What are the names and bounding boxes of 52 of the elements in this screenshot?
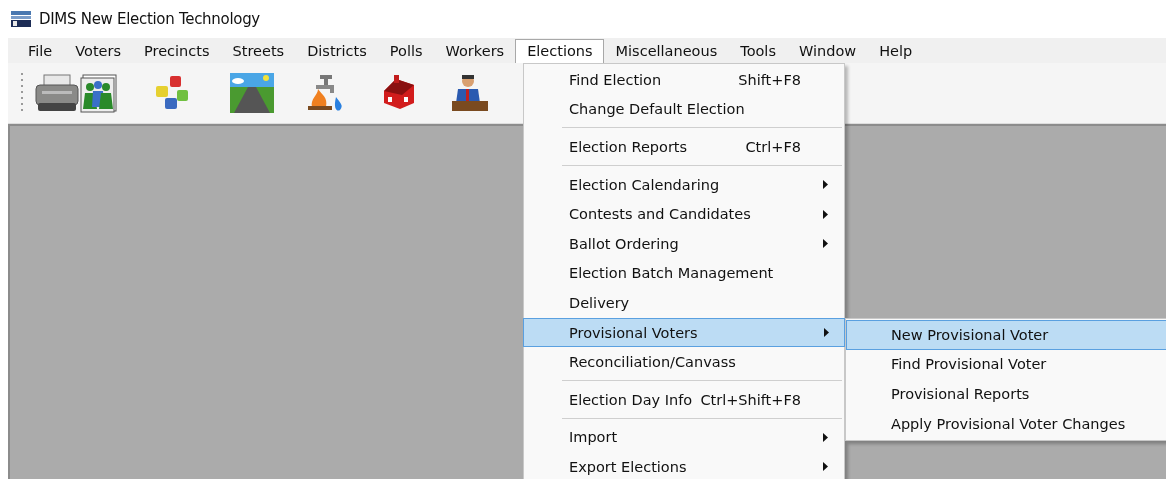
submenu-item[interactable]: New Provisional Voter xyxy=(846,320,1166,350)
shortcut-text: Ctrl+Shift+F8 xyxy=(700,391,801,408)
menu-item-label: Contests and Candidates xyxy=(569,206,751,223)
submenu-item[interactable]: Find Provisional Voter xyxy=(846,349,1166,380)
menu-item[interactable]: Election Day Info Ctrl+Shift+F8 xyxy=(524,384,844,415)
menu-item[interactable]: Find Election Shift+F8 xyxy=(524,65,844,95)
people-icon[interactable] xyxy=(80,73,118,113)
menu-bar-item[interactable]: Polls xyxy=(377,38,434,63)
menu-item-label: Find Election xyxy=(569,71,662,88)
menu-item[interactable]: Reconciliation/Canvass xyxy=(524,347,844,377)
submenu-item[interactable]: Apply Provisional Voter Changes xyxy=(846,408,1166,439)
menu-bar-item[interactable]: Tools xyxy=(728,38,787,63)
menu-item[interactable]: Delivery xyxy=(524,288,844,318)
menu-item[interactable]: Export Elections xyxy=(524,452,844,479)
menu-item[interactable]: Import xyxy=(524,422,844,453)
menu-item-label: Election Batch Management xyxy=(569,265,774,282)
menu-item-label: Change Default Election xyxy=(569,101,745,118)
menu-item-label: Provisional Voters xyxy=(569,324,698,341)
menu-item-label: Ballot Ordering xyxy=(569,235,679,252)
menu-bar-item[interactable]: Window xyxy=(786,38,868,63)
shortcut-text: Ctrl+F8 xyxy=(745,139,801,155)
menu-item-label: Election Reports xyxy=(569,139,688,155)
menu-bar-item[interactable]: Miscellaneous xyxy=(603,38,729,63)
printer-icon[interactable] xyxy=(34,73,80,113)
menu-bar-item[interactable]: Workers xyxy=(433,38,516,63)
toolbar-grip-icon[interactable] xyxy=(20,72,24,114)
menu-item-label: Election Calendaring xyxy=(569,176,720,193)
menu-item[interactable]: Election Reports Ctrl+F8 xyxy=(524,132,844,162)
menu-bar-item[interactable]: File xyxy=(16,38,64,63)
menu-item-label: Election Day Info xyxy=(569,391,693,408)
menu-bar-item[interactable]: Voters xyxy=(63,38,133,63)
menu-item-label: Import xyxy=(569,429,618,446)
app-icon xyxy=(11,11,31,27)
menu-item[interactable]: Provisional Voters xyxy=(523,317,845,348)
menu-item-label: Export Elections xyxy=(569,458,687,475)
person-at-desk-icon[interactable] xyxy=(450,73,490,113)
menu-bar-item[interactable]: Districts xyxy=(295,38,378,63)
menu-item[interactable]: Change Default Election xyxy=(524,94,844,125)
menu-item-label: Delivery xyxy=(569,294,630,311)
submenu-item[interactable]: Provisional Reports xyxy=(846,379,1166,409)
shortcut-text: Shift+F8 xyxy=(738,71,801,88)
menu-bar-item[interactable]: Precincts xyxy=(132,38,221,63)
menu-item-label: Reconciliation/Canvass xyxy=(569,354,736,371)
menu-bar-item[interactable]: Elections xyxy=(515,39,604,64)
road-icon[interactable] xyxy=(230,73,274,113)
menu-item[interactable]: Election Batch Management xyxy=(524,258,844,289)
menu-bar-item[interactable]: Streets xyxy=(220,38,296,63)
menu-item[interactable]: Ballot Ordering xyxy=(524,228,844,259)
menu-item[interactable]: Election Calendaring xyxy=(524,169,844,200)
menu-bar-item[interactable]: Help xyxy=(867,38,924,63)
window-title: DIMS New Election Technology xyxy=(39,10,260,28)
menu-item[interactable]: Contests and Candidates xyxy=(524,199,844,229)
